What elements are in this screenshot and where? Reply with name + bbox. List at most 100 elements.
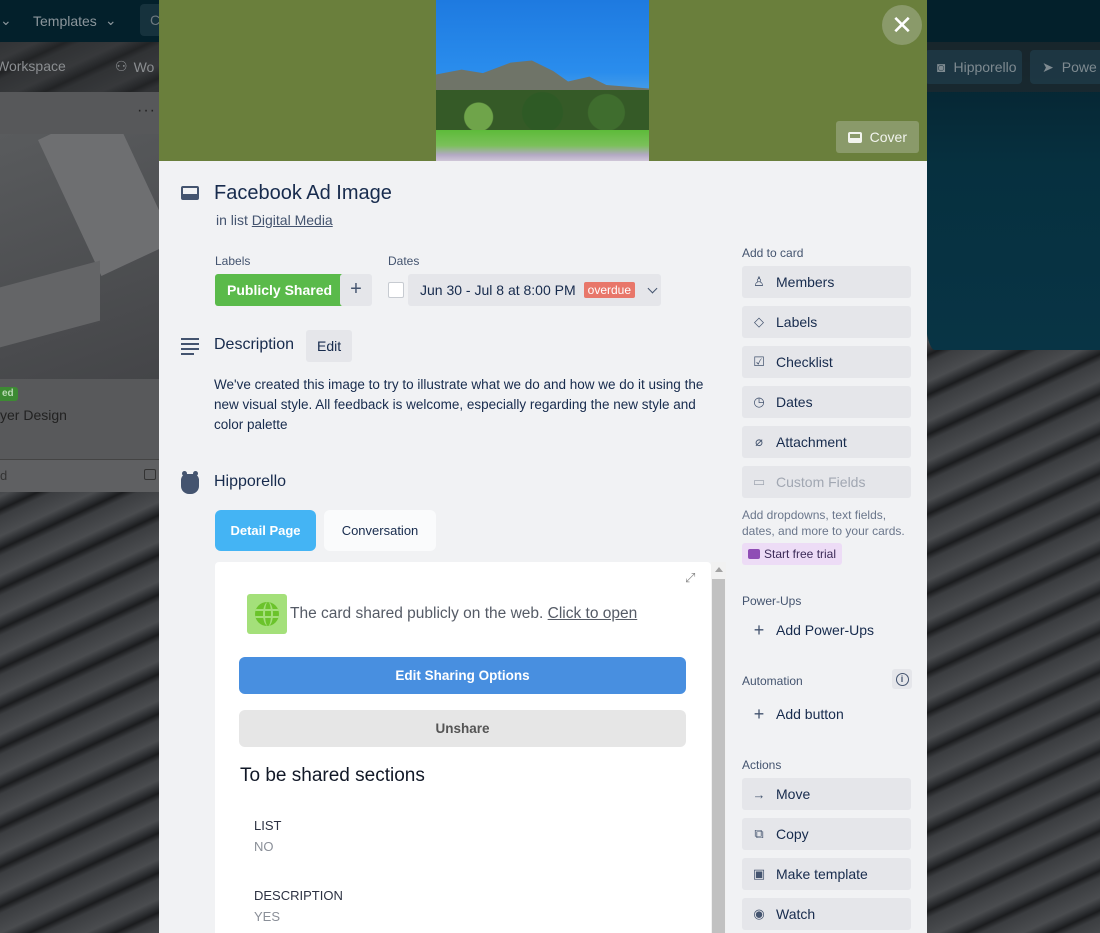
add-button-label: Add button [776,706,844,722]
board-card[interactable]: ed yer Design [0,379,160,459]
card-cover-image[interactable] [0,134,160,379]
card-cover: ✕ Cover [159,0,927,161]
powerups-heading: Power-Ups [742,594,802,608]
dates-sidebar-button[interactable]: ◷ Dates [742,386,911,418]
in-list-prefix: in list [216,212,248,228]
template-icon[interactable] [144,469,156,480]
member-icon: ♙ [753,274,765,289]
section-value: YES [254,909,281,924]
clock-icon: ◷ [753,394,765,409]
custom-fields-icon: ▭ [752,474,766,489]
hipporello-heading: Hipporello [214,473,287,490]
move-label: Move [776,786,811,802]
checklist-button[interactable]: ☑ Checklist [742,346,911,378]
label-chip[interactable]: Publicly Shared [215,274,345,306]
workspace-partial-label: Wo [133,58,155,75]
tab-detail-page[interactable]: Detail Page [215,510,316,551]
templates-menu[interactable]: Templates ⌄ [33,12,117,29]
description-text[interactable]: We've created this image to try to illus… [214,375,714,435]
due-date-checkbox[interactable] [388,282,404,298]
scrollbar-thumb[interactable] [712,579,725,933]
template-icon: ▣ [752,866,766,881]
section-key: DESCRIPTION [254,888,343,903]
members-label: Members [776,274,835,290]
copy-label: Copy [776,826,809,842]
shared-sections-heading: To be shared sections [240,765,425,786]
card-detail-modal: ✕ Cover Facebook Ad Image in list Digita… [159,0,927,933]
copy-button[interactable]: ⧉ Copy [742,818,911,850]
overdue-badge: overdue [583,282,636,298]
attachment-button[interactable]: ⌀ Attachment [742,426,911,458]
panel-scrollbar[interactable] [711,562,726,933]
workspace-members-button[interactable]: ⚇ Wo [115,58,154,75]
list-header: ··· [0,92,160,134]
templates-label: Templates [33,12,97,29]
start-trial-label: Start free trial [764,547,837,561]
make-template-button[interactable]: ▣ Make template [742,858,911,890]
add-card-label[interactable]: d [0,468,7,483]
rocket-icon: ➤ [1042,58,1054,75]
eye-icon: ◉ [753,906,765,921]
unshare-button[interactable]: Unshare [239,710,686,747]
cover-button-label: Cover [869,129,907,145]
info-icon: i [895,672,909,686]
section-key: LIST [254,818,282,833]
plus-icon: + [753,619,765,640]
label-icon: ◇ [754,314,764,329]
dates-button[interactable]: Jun 30 - Jul 8 at 8:00 PM overdue [408,274,661,306]
cover-trees [436,90,649,135]
plus-icon: + [753,703,765,724]
edit-description-button[interactable]: Edit [306,330,353,362]
open-public-link[interactable]: Click to open [548,605,638,622]
powerups-button[interactable]: ➤ Powe [1030,50,1100,84]
expand-icon[interactable]: ⤢ [685,570,699,585]
checklist-icon: ☑ [753,354,765,369]
share-status: The card shared publicly on the web. Cli… [247,594,637,634]
copy-icon: ⧉ [754,826,764,841]
close-icon: ✕ [891,10,913,40]
list-breadcrumb: in list Digital Media [216,212,333,228]
briefcase-icon [748,549,760,559]
add-automation-button[interactable]: + Add button [742,698,844,730]
make-template-label: Make template [776,866,868,882]
chevron-down-icon: ⌄ [104,12,117,28]
labels-button[interactable]: ◇ Labels [742,306,911,338]
date-range: Jun 30 - Jul 8 at 8:00 PM [420,282,576,298]
chevron-down-icon[interactable]: ⌄ [0,12,12,29]
scroll-up-arrow-icon[interactable] [715,567,723,572]
card-cover-icon [847,131,862,143]
actions-heading: Actions [742,758,782,772]
move-button[interactable]: → Move [742,778,911,810]
list-menu-button[interactable]: ··· [137,102,156,120]
cover-grass [436,130,649,161]
board-list: ··· ed yer Design d [0,92,160,492]
cover-image [436,0,649,161]
add-label-button[interactable]: + [340,274,372,306]
cover-paper-shape [0,260,100,348]
cover-button[interactable]: Cover [835,121,919,153]
list-link[interactable]: Digital Media [252,212,333,228]
hippo-icon [181,471,199,494]
labels-label: Labels [776,314,818,330]
description-heading: Description [214,336,295,353]
chevron-down-icon [647,283,658,293]
tab-conversation[interactable]: Conversation [324,510,436,551]
automation-heading: Automation [742,674,803,688]
watch-label: Watch [776,906,816,922]
add-powerups-button[interactable]: + Add Power-Ups [742,614,874,646]
card-title[interactable]: Facebook Ad Image [214,182,392,205]
paperclip-icon: ⌀ [755,434,763,449]
watch-button[interactable]: ◉ Watch [742,898,911,930]
hipporello-label: Hipporello [953,59,1017,75]
start-free-trial-button[interactable]: Start free trial [742,543,843,565]
close-button[interactable]: ✕ [882,5,922,45]
hipporello-powerup-button[interactable]: ◙ Hipporello [925,50,1022,84]
custom-fields-button[interactable]: ▭ Custom Fields [742,466,911,498]
edit-sharing-options-button[interactable]: Edit Sharing Options [239,657,686,694]
dates-label: Dates [776,394,813,410]
members-button[interactable]: ♙ Members [742,266,911,298]
automation-info-button[interactable]: i [892,669,912,689]
workspace-visibility-button[interactable]: Workspace [0,58,66,74]
labels-heading: Labels [215,254,251,268]
hippo-icon: ◙ [937,59,946,75]
